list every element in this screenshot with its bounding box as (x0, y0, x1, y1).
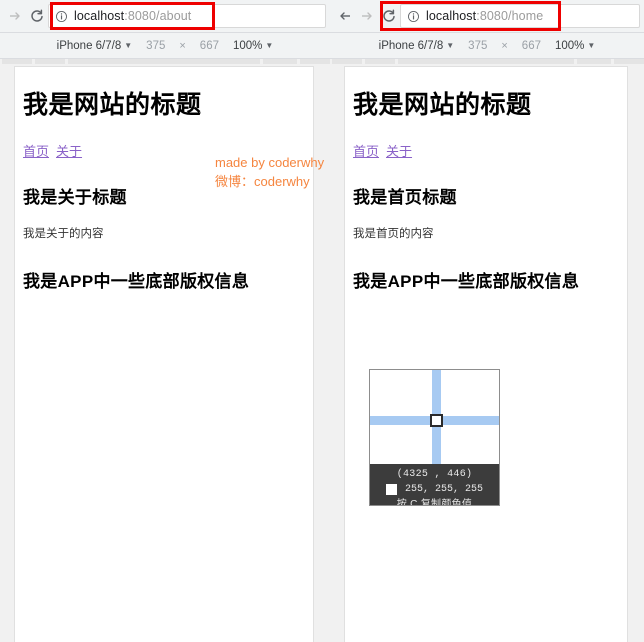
resize-handle[interactable] (263, 59, 297, 64)
section-body-right: 我是首页的内容 (353, 227, 434, 240)
zoom-level-label-right: 100% (554, 39, 585, 52)
footer-title-right: 我是APP中一些底部版权信息 (353, 271, 580, 291)
nav-button-group-left (0, 0, 48, 33)
nav-button-group-right (330, 0, 400, 33)
omnibox-wrapper-right: localhost:8080/home (400, 0, 644, 33)
forward-button-right[interactable] (356, 3, 378, 29)
viewport-height-input-right[interactable]: 667 (522, 40, 541, 52)
chevron-down-icon: ▼ (587, 41, 596, 50)
resize-handle[interactable] (365, 59, 395, 64)
info-circle-icon[interactable] (407, 10, 420, 23)
site-title-right: 我是网站的标题 (353, 91, 532, 119)
device-selector-right[interactable]: iPhone 6/7/8 ▼ (379, 40, 455, 52)
cursor-coordinates: (4325 , 446) (396, 469, 473, 480)
omnibox-wrapper-left: localhost:8080/about (48, 0, 330, 33)
resize-handle[interactable] (577, 59, 611, 64)
dimension-separator-left: × (179, 39, 186, 52)
info-circle-icon[interactable] (55, 10, 68, 23)
page-nav-links-right: 首页 关于 (353, 145, 619, 158)
url-path-left: :8080/about (124, 9, 192, 23)
address-bar-left[interactable]: localhost:8080/about (48, 4, 326, 28)
resize-handle[interactable] (35, 59, 65, 64)
zoom-level-label-left: 100% (232, 39, 263, 52)
resize-handle-row-left (0, 59, 330, 65)
dimension-separator-right: × (501, 39, 508, 52)
color-picker-info-panel: (4325 , 446) 255, 255, 255 按 C 复制颜色值 (370, 464, 499, 506)
device-toolbar-left: iPhone 6/7/8 ▼ 375 × 667 100% ▼ (0, 33, 330, 59)
browser-chrome-bar-left: localhost:8080/about (0, 0, 330, 33)
url-host-left: localhost (74, 9, 125, 23)
back-button-right[interactable] (334, 3, 356, 29)
resize-handle[interactable] (300, 59, 330, 64)
screenshot-root: localhost:8080/about iPhone 6/7/8 ▼ 375 … (0, 0, 644, 642)
browser-window-right: localhost:8080/home iPhone 6/7/8 ▼ 375 ×… (330, 0, 644, 642)
crosshair-center-pixel (430, 414, 443, 427)
color-swatch (385, 484, 397, 495)
resize-handle[interactable] (332, 59, 362, 64)
resize-handle-row-right (330, 59, 644, 65)
device-toolbar-right: iPhone 6/7/8 ▼ 375 × 667 100% ▼ (330, 33, 644, 59)
url-text-right: localhost:8080/home (426, 9, 543, 23)
forward-button-left[interactable] (4, 3, 26, 29)
rgb-value-text: 255, 255, 255 (404, 484, 483, 495)
reload-button-right[interactable] (378, 3, 400, 29)
section-title-right: 我是首页标题 (353, 187, 457, 207)
url-text-left: localhost:8080/about (74, 9, 191, 23)
section-body-left: 我是关于的内容 (23, 227, 104, 240)
reload-button-left[interactable] (26, 3, 48, 29)
color-picker-magnifier[interactable]: (4325 , 446) 255, 255, 255 按 C 复制颜色值 (369, 369, 500, 506)
footer-title-left: 我是APP中一些底部版权信息 (23, 271, 250, 291)
watermark-annotation: made by coderwhy 微博：coderwhy (215, 153, 324, 191)
address-bar-right[interactable]: localhost:8080/home (400, 4, 640, 28)
resize-handle[interactable] (398, 59, 574, 64)
device-name-label-right: iPhone 6/7/8 (378, 39, 444, 52)
rendered-page-right: 我是网站的标题 首页 关于 我是首页标题 我是首页的内容 我是APP中一些底部版权… (345, 67, 627, 292)
url-path-right: :8080/home (476, 9, 544, 23)
magnifier-canvas (370, 370, 499, 464)
device-selector-left[interactable]: iPhone 6/7/8 ▼ (57, 40, 133, 52)
browser-chrome-bar-right: localhost:8080/home (330, 0, 644, 33)
chevron-down-icon: ▼ (265, 41, 274, 50)
nav-link-home-left[interactable]: 首页 (23, 144, 49, 159)
zoom-selector-left[interactable]: 100% ▼ (233, 40, 273, 52)
url-host-right: localhost (426, 9, 477, 23)
chevron-down-icon: ▼ (446, 41, 455, 50)
device-name-label-left: iPhone 6/7/8 (56, 39, 122, 52)
rgb-value-row: 255, 255, 255 (370, 482, 499, 497)
nav-link-about-right[interactable]: 关于 (386, 144, 412, 159)
viewport-width-input-right[interactable]: 375 (468, 40, 487, 52)
copy-hint-text: 按 C 复制颜色值 (396, 499, 473, 506)
device-viewport-shell-left: 我是网站的标题 首页 关于 我是关于标题 我是关于的内容 我是APP中一些底部版权… (0, 59, 330, 642)
resize-handle[interactable] (614, 59, 644, 64)
resize-handle[interactable] (68, 59, 260, 64)
nav-link-home-right[interactable]: 首页 (353, 144, 379, 159)
page-viewport-right: 我是网站的标题 首页 关于 我是首页标题 我是首页的内容 我是APP中一些底部版权… (344, 66, 628, 642)
viewport-width-input-left[interactable]: 375 (146, 40, 165, 52)
chevron-down-icon: ▼ (124, 41, 133, 50)
viewport-height-input-left[interactable]: 667 (200, 40, 219, 52)
nav-link-about-left[interactable]: 关于 (56, 144, 82, 159)
device-viewport-shell-right: 我是网站的标题 首页 关于 我是首页标题 我是首页的内容 我是APP中一些底部版权… (330, 59, 644, 642)
resize-handle[interactable] (2, 59, 32, 64)
watermark-line-2: 微博：coderwhy (215, 174, 310, 189)
watermark-line-1: made by coderwhy (215, 155, 325, 170)
site-title-left: 我是网站的标题 (23, 91, 202, 119)
zoom-selector-right[interactable]: 100% ▼ (555, 40, 595, 52)
browser-window-left: localhost:8080/about iPhone 6/7/8 ▼ 375 … (0, 0, 330, 642)
